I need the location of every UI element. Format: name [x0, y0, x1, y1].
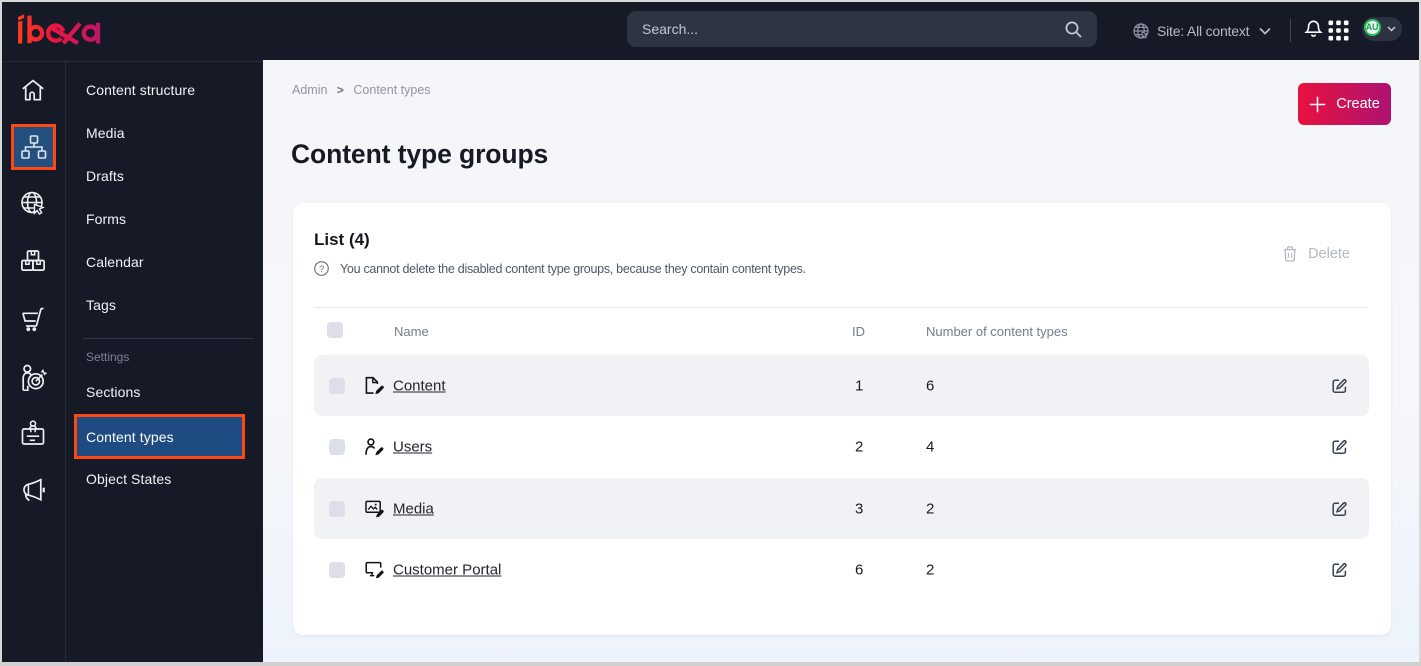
- svg-text:?: ?: [319, 264, 324, 275]
